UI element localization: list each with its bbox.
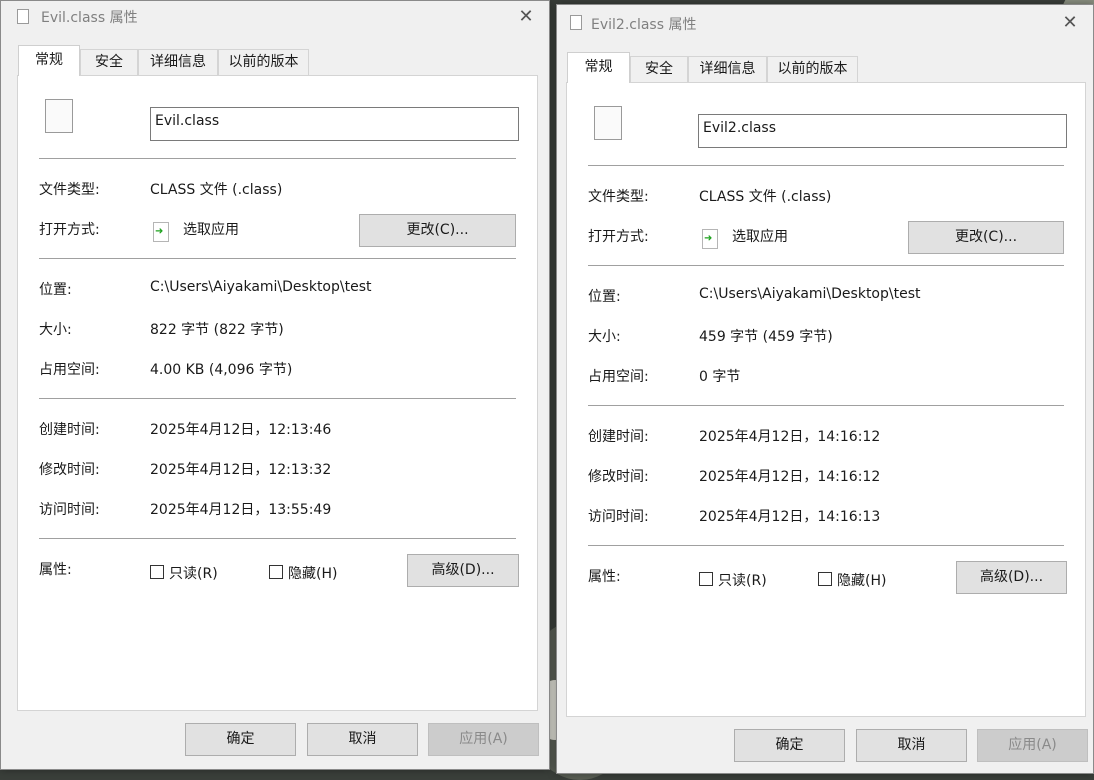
cancel-button[interactable]: 取消 — [856, 729, 967, 762]
apply-button[interactable]: 应用(A) — [428, 723, 539, 756]
accessed-label: 访问时间: — [588, 509, 649, 525]
readonly-checkbox[interactable] — [150, 565, 164, 579]
title-bar[interactable]: Evil.class 属性 ✕ — [1, 1, 549, 33]
title-bar[interactable]: Evil2.class 属性 ✕ — [557, 5, 1093, 37]
hidden-checkbox[interactable] — [269, 565, 283, 579]
separator — [588, 545, 1064, 546]
file-type-label: 文件类型: — [39, 182, 100, 198]
file-icon — [17, 9, 29, 24]
tab-general[interactable]: 常规 — [567, 52, 630, 83]
tab-details[interactable]: 详细信息 — [138, 49, 218, 75]
ok-button[interactable]: 确定 — [185, 723, 296, 756]
file-type-icon — [45, 99, 73, 133]
cancel-button[interactable]: 取消 — [307, 723, 418, 756]
change-button[interactable]: 更改(C)... — [908, 221, 1064, 254]
readonly-label[interactable]: 只读(R) — [718, 570, 767, 590]
separator — [588, 405, 1064, 406]
file-icon — [570, 15, 582, 30]
separator — [588, 165, 1064, 166]
filename-input[interactable] — [698, 114, 1067, 148]
readonly-checkbox[interactable] — [699, 572, 713, 586]
open-with-value: 选取应用 — [732, 229, 788, 245]
attributes-label: 属性: — [588, 569, 621, 585]
open-with-label: 打开方式: — [588, 229, 649, 245]
disk-size-value: 0 字节 — [699, 369, 741, 385]
modified-value: 2025年4月12日，14:16:12 — [699, 469, 881, 485]
advanced-button[interactable]: 高级(D)... — [407, 554, 519, 587]
tab-previous-versions[interactable]: 以前的版本 — [767, 56, 858, 82]
location-value: C:\Users\Aiyakami\Desktop\test — [699, 286, 921, 302]
separator — [39, 158, 516, 159]
separator — [39, 538, 516, 539]
separator — [39, 398, 516, 399]
disk-size-label: 占用空间: — [588, 369, 649, 385]
accessed-label: 访问时间: — [39, 502, 100, 518]
disk-size-value: 4.00 KB (4,096 字节) — [150, 362, 293, 378]
filename-input[interactable] — [150, 107, 519, 141]
properties-dialog-evil: Evil.class 属性 ✕ 常规 安全 详细信息 以前的版本 文件类型: C… — [0, 0, 550, 770]
accessed-value: 2025年4月12日，13:55:49 — [150, 502, 332, 518]
tab-general[interactable]: 常规 — [18, 45, 80, 76]
separator — [39, 258, 516, 259]
size-value: 822 字节 (822 字节) — [150, 322, 284, 338]
size-label: 大小: — [588, 329, 621, 345]
size-label: 大小: — [39, 322, 72, 338]
app-icon — [153, 222, 169, 242]
location-value: C:\Users\Aiyakami\Desktop\test — [150, 279, 372, 295]
created-label: 创建时间: — [39, 422, 100, 438]
close-icon[interactable]: ✕ — [509, 3, 543, 31]
created-label: 创建时间: — [588, 429, 649, 445]
close-icon[interactable]: ✕ — [1053, 9, 1087, 37]
general-panel: 文件类型: CLASS 文件 (.class) 打开方式: 选取应用 更改(C)… — [17, 75, 538, 711]
size-value: 459 字节 (459 字节) — [699, 329, 833, 345]
location-label: 位置: — [39, 282, 72, 298]
open-with-label: 打开方式: — [39, 222, 100, 238]
disk-size-label: 占用空间: — [39, 362, 100, 378]
tab-previous-versions[interactable]: 以前的版本 — [218, 49, 309, 75]
tab-security[interactable]: 安全 — [80, 49, 138, 75]
tab-details[interactable]: 详细信息 — [688, 56, 767, 82]
location-label: 位置: — [588, 289, 621, 305]
tab-security[interactable]: 安全 — [630, 56, 688, 82]
file-type-label: 文件类型: — [588, 189, 649, 205]
apply-button[interactable]: 应用(A) — [977, 729, 1088, 762]
window-title: Evil2.class 属性 — [591, 17, 697, 33]
file-type-value: CLASS 文件 (.class) — [699, 189, 832, 205]
ok-button[interactable]: 确定 — [734, 729, 845, 762]
hidden-label[interactable]: 隐藏(H) — [837, 570, 886, 590]
modified-label: 修改时间: — [588, 469, 649, 485]
hidden-label[interactable]: 隐藏(H) — [288, 563, 337, 583]
separator — [588, 265, 1064, 266]
created-value: 2025年4月12日，12:13:46 — [150, 422, 332, 438]
modified-value: 2025年4月12日，12:13:32 — [150, 462, 332, 478]
hidden-checkbox[interactable] — [818, 572, 832, 586]
file-type-icon — [594, 106, 622, 140]
properties-dialog-evil2: Evil2.class 属性 ✕ 常规 安全 详细信息 以前的版本 文件类型: … — [556, 4, 1094, 774]
readonly-label[interactable]: 只读(R) — [169, 563, 218, 583]
open-with-value: 选取应用 — [183, 222, 239, 238]
advanced-button[interactable]: 高级(D)... — [956, 561, 1067, 594]
change-button[interactable]: 更改(C)... — [359, 214, 516, 247]
file-type-value: CLASS 文件 (.class) — [150, 182, 283, 198]
modified-label: 修改时间: — [39, 462, 100, 478]
accessed-value: 2025年4月12日，14:16:13 — [699, 509, 881, 525]
created-value: 2025年4月12日，14:16:12 — [699, 429, 881, 445]
attributes-label: 属性: — [39, 562, 72, 578]
window-title: Evil.class 属性 — [41, 10, 138, 26]
general-panel: 文件类型: CLASS 文件 (.class) 打开方式: 选取应用 更改(C)… — [566, 82, 1086, 717]
app-icon — [702, 229, 718, 249]
